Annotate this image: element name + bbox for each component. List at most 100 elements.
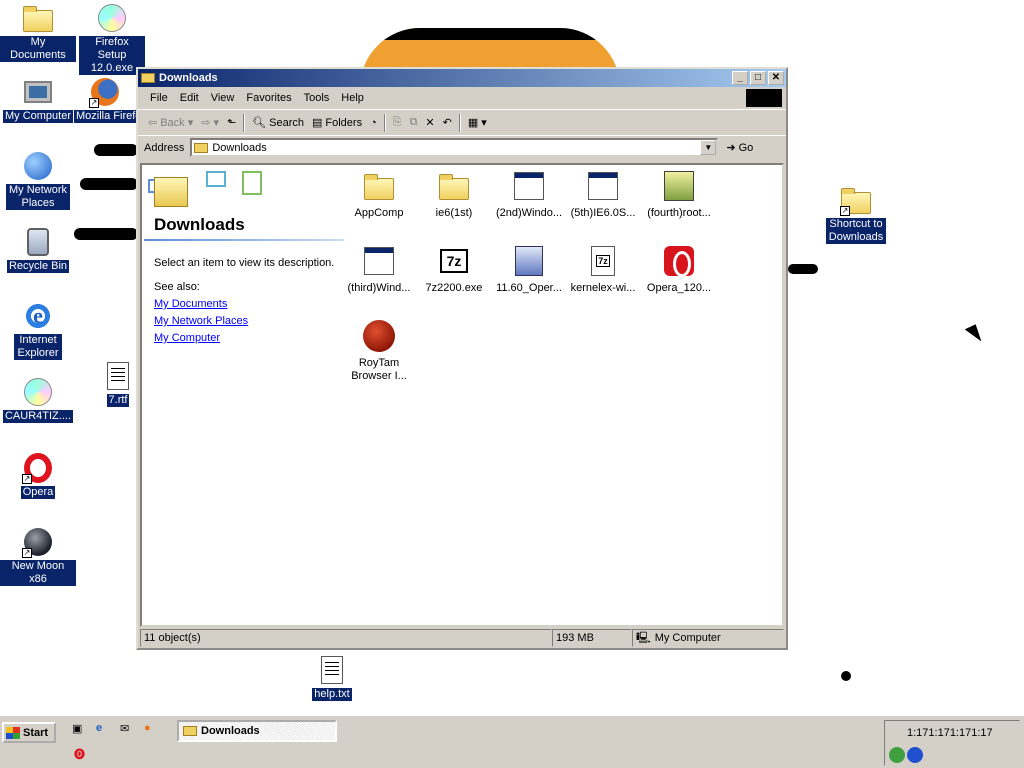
network-icon [24, 152, 52, 180]
file-item[interactable]: (2nd)Windo... [492, 169, 566, 220]
delete-icon: ✕ [425, 117, 435, 129]
menu-view[interactable]: View [205, 92, 241, 104]
firefox-quicklaunch-icon[interactable]: ● [144, 722, 162, 740]
update-tray-icon[interactable] [907, 747, 923, 763]
go-button[interactable]: ➜ Go [726, 141, 753, 155]
status-bar: 11 object(s) 193 MB 🖳 My Computer [140, 629, 784, 647]
link-my-documents[interactable]: My Documents [154, 298, 227, 310]
copy-to-icon: ⧉ [409, 116, 418, 128]
folder-icon [364, 174, 394, 200]
file-name: (fourth)root... [647, 207, 711, 219]
file-item[interactable]: (5th)IE6.0S... [566, 169, 640, 220]
desktop-icon-my-computer[interactable]: My Computer [0, 76, 76, 123]
file-item[interactable]: ie6(1st) [417, 169, 491, 220]
folder-banner-icon [146, 169, 264, 217]
folders-button[interactable]: ▤ Folders [308, 113, 366, 133]
desktop-icon-label: Opera [20, 486, 56, 499]
copy-to-button[interactable]: ⧉ [406, 113, 422, 133]
pane-title: Downloads [154, 215, 245, 234]
file-item[interactable]: RoyTam Browser I... [342, 319, 416, 383]
outlook-express-icon[interactable]: ✉ [120, 722, 138, 740]
mouse-cursor-icon [964, 324, 984, 346]
views-icon: ▦ [467, 117, 479, 129]
history-icon: ◔ [370, 116, 377, 129]
file-item[interactable]: AppComp [342, 169, 416, 220]
up-folder-button[interactable]: ⬑ [223, 113, 240, 133]
address-bar: Address Downloads ▼ ➜ Go [138, 135, 786, 159]
computer-icon: 🖳 [636, 632, 651, 644]
undo-icon: ↶ [442, 117, 452, 129]
address-dropdown-button[interactable]: ▼ [700, 140, 717, 155]
desktop-icon-label: Recycle Bin [6, 260, 70, 273]
desktop-icon-new-moon[interactable]: ↗ New Moon x86 [0, 526, 76, 586]
desktop-icon-caur4tiz[interactable]: CAUR4TIZ.... [0, 376, 76, 423]
computer-icon [24, 81, 52, 103]
desktop-icon-my-documents[interactable]: My Documents [0, 2, 76, 62]
move-to-button[interactable]: ⎘ [389, 113, 406, 133]
ie-quicklaunch-icon[interactable]: e [96, 722, 114, 740]
file-item[interactable]: Opera_120... [642, 244, 716, 295]
installer-doc-icon [515, 246, 543, 276]
file-item[interactable]: 7z kernelex-wi... [566, 244, 640, 295]
menu-favorites[interactable]: Favorites [240, 92, 297, 104]
rtf-document-icon [107, 362, 129, 390]
desktop-icon-help-txt[interactable]: help.txt [294, 654, 370, 701]
folder-icon [439, 174, 469, 200]
network-tray-icon[interactable] [889, 747, 905, 763]
show-desktop-icon[interactable]: ▣ [72, 722, 90, 740]
shortcut-arrow-icon: ↗ [840, 206, 850, 216]
toolbar-separator [458, 113, 461, 132]
clock[interactable]: 1:171:171:171:17 [907, 727, 993, 739]
forward-button[interactable]: ⇨ ▾ [197, 113, 223, 133]
back-button[interactable]: ⇦ Back ▾ [144, 113, 197, 133]
desktop-icon-label: My Computer [2, 110, 74, 123]
menu-file[interactable]: File [144, 92, 174, 104]
back-arrow-icon: ⇦ [148, 117, 158, 129]
desktop-icon-firefox-setup[interactable]: Firefox Setup 12.0.exe [74, 2, 150, 75]
wallpaper-dot [841, 671, 851, 681]
delete-button[interactable]: ✕ [421, 113, 438, 133]
undo-button[interactable]: ↶ [439, 113, 456, 133]
taskbar-item-downloads[interactable]: Downloads [177, 720, 337, 742]
title-bar[interactable]: Downloads _ □ ✕ [138, 69, 786, 87]
desktop-icon-mozilla-firefox[interactable]: ↗ Mozilla Firefox [74, 76, 136, 123]
status-zone-label: My Computer [654, 632, 721, 644]
start-button[interactable]: Start [2, 722, 56, 743]
address-value: Downloads [212, 141, 267, 154]
desktop-icon-opera[interactable]: ↗ Opera [0, 452, 76, 499]
address-input[interactable]: Downloads ▼ [190, 138, 719, 157]
opera-red-icon [664, 246, 694, 277]
file-item[interactable]: (third)Wind... [342, 244, 416, 295]
file-item[interactable]: 11.60_Oper... [492, 244, 566, 295]
maximize-button[interactable]: □ [750, 71, 766, 85]
file-item[interactable]: (fourth)root... [642, 169, 716, 220]
desktop-icon-label: Internet Explorer [14, 334, 62, 360]
desktop-icon-label: New Moon x86 [0, 560, 76, 586]
views-button[interactable]: ▦ ▾ [464, 113, 491, 133]
desktop-icon-recycle-bin[interactable]: Recycle Bin [0, 226, 76, 273]
desktop-icon-label: help.txt [312, 688, 352, 701]
menu-help[interactable]: Help [335, 92, 370, 104]
minimize-button[interactable]: _ [732, 71, 748, 85]
wallpaper-stroke [80, 178, 138, 190]
file-name: (2nd)Windo... [495, 207, 563, 219]
opera-quicklaunch-icon[interactable]: ⓿ [74, 746, 92, 764]
file-name: ie6(1st) [435, 207, 473, 219]
menu-bar: File Edit View Favorites Tools Help [138, 87, 786, 109]
desktop-icon-internet-explorer[interactable]: e Internet Explorer [0, 300, 76, 360]
folders-label: Folders [325, 116, 363, 129]
menu-tools[interactable]: Tools [298, 92, 336, 104]
menu-edit[interactable]: Edit [174, 92, 205, 104]
search-button[interactable]: 🔍︎ Search [248, 113, 308, 133]
file-item[interactable]: 7z 7z2200.exe [417, 244, 491, 295]
status-size: 193 MB [552, 629, 632, 647]
close-button[interactable]: ✕ [768, 71, 784, 85]
ie-icon: e [24, 302, 52, 330]
pane-description: Select an item to view its description. [154, 257, 335, 269]
forward-arrow-icon: ⇨ [201, 117, 211, 129]
history-button[interactable]: ◔ [366, 113, 381, 133]
link-my-network-places[interactable]: My Network Places [154, 315, 248, 327]
link-my-computer[interactable]: My Computer [154, 332, 220, 344]
desktop-icon-my-network-places[interactable]: My Network Places [0, 150, 76, 210]
desktop-icon-shortcut-to-downloads[interactable]: ↗ Shortcut to Downloads [818, 184, 894, 244]
